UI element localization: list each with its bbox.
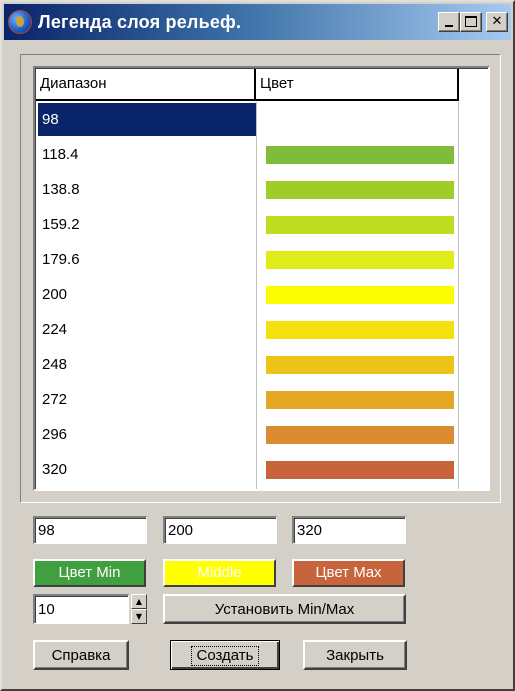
list-row[interactable]: 118.4 <box>36 138 488 172</box>
color-swatch <box>266 286 454 304</box>
minimize-button[interactable] <box>438 12 460 32</box>
color-swatch <box>266 216 454 234</box>
legend-list[interactable]: Диапазон Цвет 98 118.4 138.8 159.2 179.6 200 2… <box>33 66 490 491</box>
min-value-field[interactable] <box>33 516 147 544</box>
color-swatch <box>266 391 454 409</box>
list-row[interactable]: 138.8 <box>36 173 488 207</box>
color-swatch <box>266 251 454 269</box>
spin-down-button[interactable]: ▼ <box>131 609 147 624</box>
middle-value-field[interactable] <box>163 516 277 544</box>
create-button-label: Создать <box>191 645 259 666</box>
maximize-button[interactable] <box>460 12 482 32</box>
range-cell: 320 <box>42 461 68 478</box>
list-row[interactable]: 272 <box>36 383 488 417</box>
color-swatch <box>266 181 454 199</box>
max-value-field[interactable] <box>292 516 406 544</box>
close-button[interactable]: Закрыть <box>303 640 407 670</box>
color-swatch <box>266 356 454 374</box>
range-cell: 179.6 <box>42 251 80 268</box>
column-header-color[interactable]: Цвет <box>256 69 459 101</box>
color-swatch <box>266 426 454 444</box>
window-title: Легенда слоя рельеф. <box>38 11 242 32</box>
color-swatch <box>266 321 454 339</box>
range-cell: 200 <box>42 286 68 303</box>
range-cell: 272 <box>42 391 68 408</box>
list-row[interactable]: 248 <box>36 348 488 382</box>
color-min-button[interactable]: Цвет Min <box>33 559 146 587</box>
help-button[interactable]: Справка <box>33 640 129 670</box>
close-icon: ✕ <box>491 14 503 29</box>
spin-up-button[interactable]: ▲ <box>131 594 147 609</box>
close-window-button[interactable]: ✕ <box>486 12 508 32</box>
range-cell: 98 <box>38 103 256 136</box>
globe-icon <box>8 10 32 34</box>
arrow-up-icon: ▲ <box>135 597 143 606</box>
create-button[interactable]: Создать <box>170 640 280 670</box>
steps-field[interactable] <box>33 594 129 624</box>
list-row[interactable]: 224 <box>36 313 488 347</box>
list-row[interactable]: 179.6 <box>36 243 488 277</box>
list-row[interactable]: 159.2 <box>36 208 488 242</box>
list-row[interactable]: 98 <box>36 103 488 137</box>
list-header: Диапазон Цвет <box>36 69 488 101</box>
list-row[interactable]: 200 <box>36 278 488 312</box>
list-row[interactable]: 320 <box>36 453 488 487</box>
maximize-icon <box>465 16 477 27</box>
range-cell: 138.8 <box>42 181 80 198</box>
color-max-button[interactable]: Цвет Max <box>292 559 405 587</box>
color-swatch <box>266 461 454 479</box>
title-bar[interactable]: Легенда слоя рельеф. ✕ <box>4 4 511 40</box>
color-middle-button[interactable]: Middle <box>163 559 276 587</box>
arrow-down-icon: ▼ <box>135 612 143 621</box>
minimize-icon <box>445 25 453 27</box>
range-cell: 248 <box>42 356 68 373</box>
set-minmax-button[interactable]: Установить Min/Max <box>163 594 406 624</box>
range-cell: 159.2 <box>42 216 80 233</box>
range-cell: 224 <box>42 321 68 338</box>
range-cell: 296 <box>42 426 68 443</box>
steps-spinner: ▲ ▼ <box>131 594 147 624</box>
color-swatch <box>266 146 454 164</box>
column-header-range[interactable]: Диапазон <box>36 69 256 101</box>
list-row[interactable]: 296 <box>36 418 488 452</box>
range-cell: 118.4 <box>42 146 79 163</box>
